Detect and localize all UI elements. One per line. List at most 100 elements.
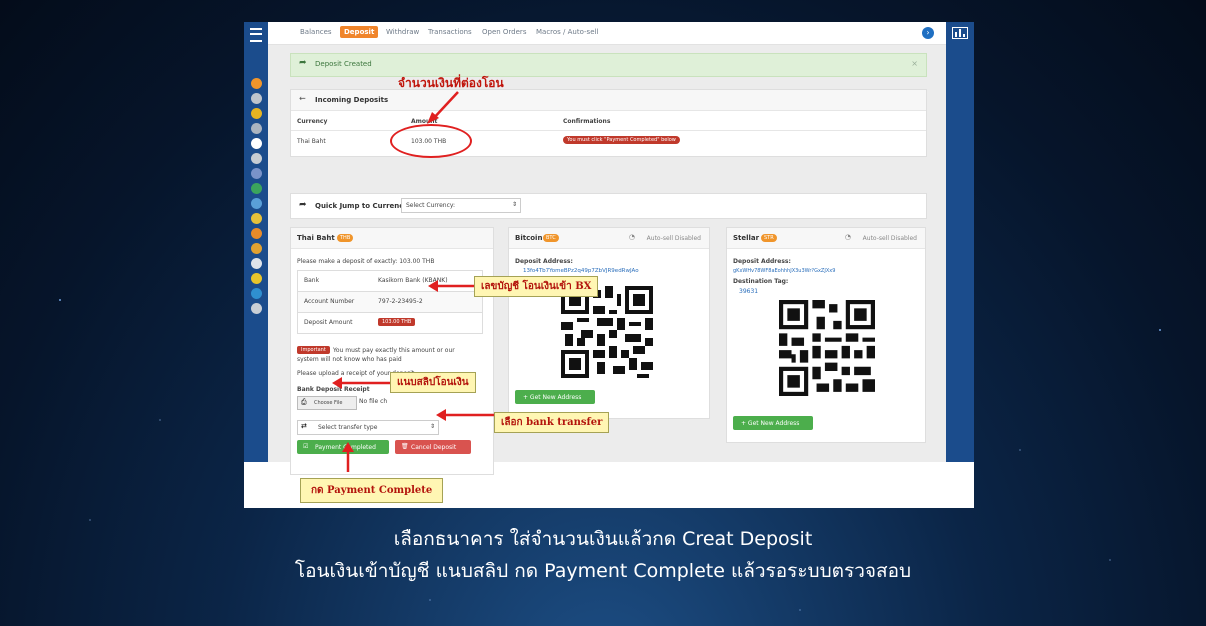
deposit-created-alert: ➦ Deposit Created × [290, 53, 927, 77]
cell-currency: Thai Baht [297, 138, 326, 145]
coin-icon[interactable] [250, 108, 262, 119]
quick-jump-panel: ➦ Quick Jump to Currency: Select Currenc… [290, 193, 927, 219]
toggle-icon[interactable]: ◔ [845, 233, 851, 241]
transfer-type-value: Select transfer type [318, 424, 378, 431]
bitcoin-panel: Bitcoin BTC ◔ Auto-sell Disabled Deposit… [508, 227, 710, 419]
choose-file-button[interactable]: ⎙ Choose File [297, 396, 357, 410]
annotation-arrow [436, 409, 494, 421]
destination-tag-value: 39631 [739, 288, 759, 295]
panel-title: Thai Baht [297, 234, 335, 242]
get-new-address-button[interactable]: + Get New Address [515, 390, 595, 404]
coin-icon[interactable] [250, 303, 262, 314]
coin-icon[interactable] [250, 198, 262, 209]
qr-code [779, 300, 875, 396]
get-new-address-button[interactable]: + Get New Address [733, 416, 813, 430]
nav-withdraw[interactable]: Withdraw [386, 28, 419, 36]
right-sidebar [946, 22, 974, 462]
get-new-address-label: + Get New Address [741, 420, 800, 427]
trash-icon: 🗑 [401, 443, 409, 450]
currency-select-value: Select Currency: [406, 202, 456, 209]
coin-icon[interactable] [250, 258, 262, 269]
coin-icon[interactable] [250, 78, 262, 89]
quick-jump-label: Quick Jump to Currency: [315, 202, 411, 210]
stellar-panel: Stellar STR ◔ Auto-sell Disabled Deposit… [726, 227, 926, 443]
col-header: Currency [297, 118, 328, 125]
caption-line-2: โอนเงินเข้าบัญชี แนบสลิป กด Payment Comp… [294, 560, 912, 582]
next-arrow-icon[interactable]: › [922, 27, 934, 39]
panel-title: Incoming Deposits [315, 96, 389, 104]
annotation-arrow [342, 442, 354, 472]
address-label: Deposit Address: [733, 258, 791, 265]
autosell-status: Auto-sell Disabled [646, 235, 701, 242]
currency-select[interactable]: Select Currency: ⇕ [401, 198, 521, 213]
table-cell: 103.00 THB [378, 318, 416, 326]
coin-icon[interactable] [250, 123, 262, 134]
annotation-arrow [427, 91, 459, 124]
printer-icon: ⎙ [301, 398, 307, 406]
chevron-down-icon: ⇕ [511, 201, 517, 208]
coin-icon[interactable] [250, 168, 262, 179]
deposit-address[interactable]: gKxWHv78WF8aEohhhJX3u3Wr?GxZJXx9 [733, 268, 835, 274]
payment-annotation: กด Payment Complete [300, 478, 444, 503]
nav-transactions[interactable]: Transactions [428, 28, 472, 36]
inbox-icon: ⇜ [299, 94, 306, 103]
nav-balances[interactable]: Balances [300, 28, 332, 36]
annotation-arrow [428, 280, 474, 292]
currency-tag: BTC [543, 234, 559, 242]
thai-baht-panel: Thai Baht THB Please make a deposit of e… [290, 227, 494, 475]
transfer-type-select[interactable]: ⇄ Select transfer type ⇕ [297, 420, 439, 435]
transfer-annotation: เลือก bank transfer [494, 412, 610, 433]
slip-annotation: แนบสลิปโอนเงิน [390, 372, 476, 393]
currency-tag: THB [337, 234, 354, 242]
coin-icon[interactable] [250, 93, 262, 104]
coin-icon[interactable] [250, 153, 262, 164]
chevron-down-icon: ⇕ [429, 423, 435, 430]
top-nav: Balances Deposit Withdraw Transactions O… [268, 22, 946, 45]
main-content: ➦ Deposit Created × ⇜ Incoming Deposits … [268, 45, 946, 475]
cancel-deposit-button[interactable]: 🗑 Cancel Deposit [395, 440, 471, 454]
panel-title: Bitcoin [515, 234, 543, 242]
coin-icon[interactable] [250, 228, 262, 239]
table-cell: Bank [304, 277, 320, 284]
choose-file-label: Choose File [314, 400, 343, 406]
nav-macros[interactable]: Macros / Auto-sell [536, 28, 598, 36]
coin-icon[interactable] [250, 288, 262, 299]
coin-icon[interactable] [250, 138, 262, 149]
left-sidebar [244, 22, 268, 462]
annotation-arrow [332, 377, 392, 389]
destination-tag-label: Destination Tag: [733, 278, 789, 285]
deposit-address[interactable]: 13fo4Tb7YomeBPz2q49p7ZbVJR9edRwJAo [523, 268, 639, 274]
nav-open-orders[interactable]: Open Orders [482, 28, 526, 36]
incoming-deposits-panel: ⇜ Incoming Deposits Currency Amount Conf… [290, 89, 927, 157]
toggle-icon[interactable]: ◔ [629, 233, 635, 241]
coin-icon[interactable] [250, 183, 262, 194]
menu-icon[interactable] [250, 28, 262, 42]
col-header: Confirmations [563, 118, 611, 125]
coin-icon[interactable] [250, 243, 262, 254]
table-cell: 797-2-23495-2 [378, 298, 423, 305]
caption-line-1: เลือกธนาคาร ใส่จำนวนเงินแล้วกด Creat Dep… [393, 528, 813, 550]
cancel-deposit-label: Cancel Deposit [411, 444, 457, 451]
get-new-address-label: + Get New Address [523, 394, 582, 401]
nav-deposit[interactable]: Deposit [340, 26, 379, 38]
instruction-text: Please make a deposit of exactly: 103.00… [297, 258, 435, 265]
transfer-icon: ⇄ [301, 422, 307, 430]
qr-code [561, 286, 653, 378]
important-text: You must pay exactly this amount or our … [297, 347, 455, 363]
coin-icon[interactable] [250, 213, 262, 224]
alert-text: Deposit Created [315, 60, 372, 68]
no-file-text: No file ch [359, 398, 388, 405]
screenshot-frame: Balances Deposit Withdraw Transactions O… [244, 22, 974, 508]
table-cell: Deposit Amount [304, 319, 353, 326]
chart-icon[interactable] [952, 27, 968, 39]
highlight-circle [390, 124, 472, 158]
table-cell: Account Number [304, 298, 355, 305]
coin-icon[interactable] [250, 273, 262, 284]
close-icon[interactable]: × [911, 59, 918, 68]
share-icon: ➦ [299, 58, 307, 68]
currency-tag: STR [761, 234, 777, 242]
confirm-badge: You must click "Payment Completed" below [563, 136, 680, 144]
panel-title: Stellar [733, 234, 760, 242]
address-label: Deposit Address: [515, 258, 573, 265]
autosell-status: Auto-sell Disabled [862, 235, 917, 242]
